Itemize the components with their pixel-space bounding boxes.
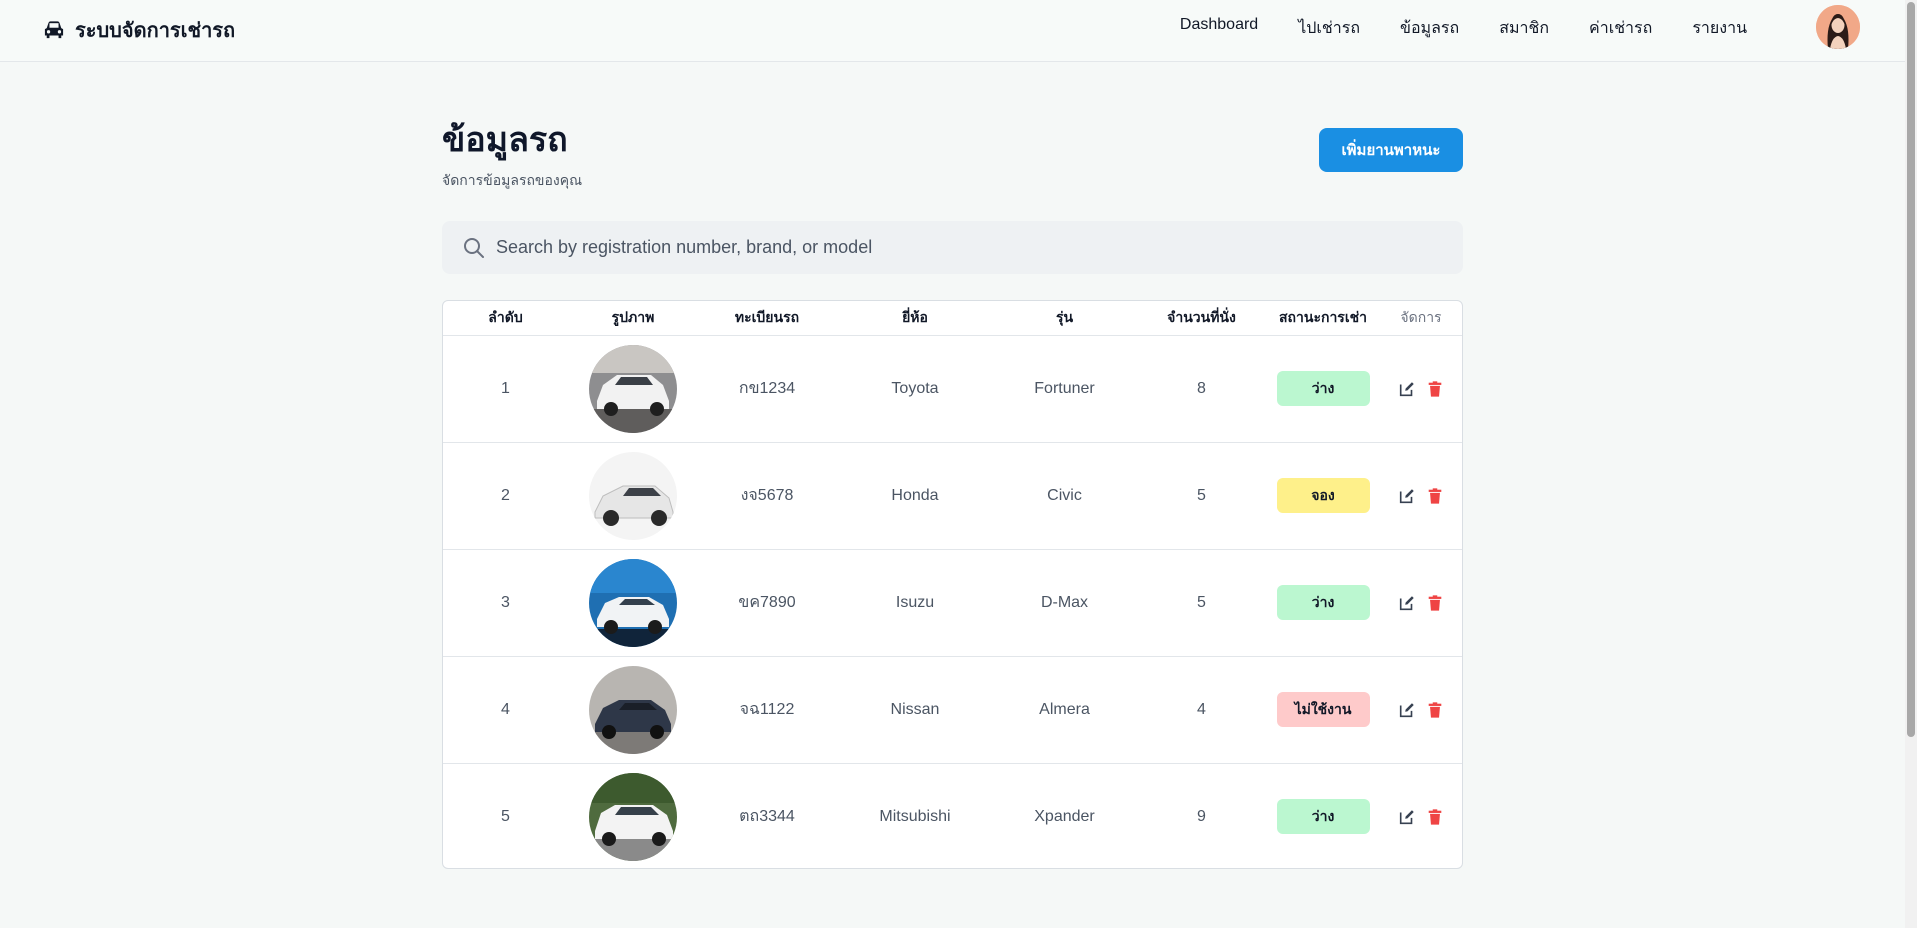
page-title: ข้อมูลรถ (442, 121, 568, 159)
brand[interactable]: ระบบจัดการเช่ารถ (43, 14, 235, 46)
brand-cell: Mitsubishi (879, 807, 951, 825)
nav-links: Dashboard ไปเช่ารถ ข้อมูลรถ สมาชิก ค่าเช… (1180, 16, 1747, 41)
table-row: 4 จฉ1122 Nissan Almera 4 ไม่ใช้งาน (443, 656, 1462, 763)
table-row: 2 งจ5678 Honda Civic 5 จอง (443, 442, 1462, 549)
col-header-no: ลำดับ (488, 308, 523, 325)
status-badge: ว่าง (1276, 799, 1370, 835)
plate-cell: จฉ1122 (739, 701, 795, 718)
car-photo (589, 772, 677, 861)
model-cell: Fortuner (1034, 379, 1095, 397)
add-vehicle-button[interactable]: เพิ่มยานพาหนะ (1319, 128, 1463, 172)
edit-icon[interactable] (1398, 701, 1416, 719)
nav-dashboard[interactable]: Dashboard (1180, 16, 1258, 41)
model-cell: Almera (1039, 700, 1090, 718)
row-number: 1 (501, 379, 510, 397)
row-number: 5 (501, 807, 510, 825)
car-photo (589, 451, 677, 540)
plate-cell: ตถ3344 (739, 808, 795, 826)
seats-cell: 8 (1197, 379, 1206, 397)
plate-cell: กข1234 (738, 380, 796, 397)
car-photo (589, 665, 677, 754)
actions-cell (1378, 442, 1462, 549)
nav-reports[interactable]: รายงาน (1692, 16, 1747, 41)
status-cell: ว่าง (1268, 549, 1378, 656)
nav-car-info[interactable]: ข้อมูลรถ (1400, 16, 1459, 41)
status-cell: ไม่ใช้งาน (1268, 656, 1378, 763)
car-photo-cell (568, 763, 698, 868)
trash-icon[interactable] (1426, 701, 1444, 719)
seats-cell: 4 (1197, 700, 1206, 718)
col-header-photo: รูปภาพ (611, 308, 655, 325)
nav-members[interactable]: สมาชิก (1499, 16, 1549, 41)
table-header-row: ลำดับ รูปภาพ ทะเบียนรถ ยี่ห้อ รุ่น จำนวน… (443, 301, 1462, 335)
table-row: 3 ขค7890 Isuzu D-Max 5 ว่าง (443, 549, 1462, 656)
table-row: 1 กข1234 Toyota Fortuner 8 ว่าง (443, 335, 1462, 442)
actions-cell (1378, 335, 1462, 442)
status-cell: ว่าง (1268, 335, 1378, 442)
col-header-plate: ทะเบียนรถ (734, 308, 800, 325)
edit-icon[interactable] (1398, 380, 1416, 398)
trash-icon[interactable] (1426, 808, 1444, 826)
col-header-model: รุ่น (1055, 308, 1074, 325)
car-photo (589, 344, 677, 433)
col-header-brand: ยี่ห้อ (902, 308, 928, 325)
nav-rental-fee[interactable]: ค่าเช่ารถ (1589, 16, 1652, 41)
status-cell: จอง (1268, 442, 1378, 549)
trash-icon[interactable] (1426, 380, 1444, 398)
top-navbar: ระบบจัดการเช่ารถ Dashboard ไปเช่ารถ ข้อม… (0, 0, 1905, 62)
status-badge: ว่าง (1276, 371, 1370, 406)
col-header-manage: จัดการ (1400, 308, 1442, 325)
search-bar (442, 221, 1463, 274)
car-photo-cell (568, 549, 698, 656)
model-cell: Civic (1047, 486, 1082, 504)
seats-cell: 9 (1197, 807, 1206, 825)
brand-cell: Honda (891, 486, 939, 504)
model-cell: D-Max (1040, 593, 1089, 611)
trash-icon[interactable] (1426, 487, 1444, 505)
scrollbar-thumb[interactable] (1907, 2, 1915, 737)
row-number: 2 (501, 486, 510, 504)
edit-icon[interactable] (1398, 487, 1416, 505)
row-number: 3 (501, 593, 510, 611)
vehicle-table: ลำดับ รูปภาพ ทะเบียนรถ ยี่ห้อ รุ่น จำนวน… (443, 301, 1462, 868)
status-badge: ไม่ใช้งาน (1276, 692, 1370, 727)
plate-cell: ขค7890 (738, 594, 796, 611)
user-avatar[interactable] (1816, 5, 1860, 49)
status-badge: ว่าง (1276, 585, 1370, 620)
edit-icon[interactable] (1398, 808, 1416, 826)
brand-cell: Isuzu (895, 593, 935, 611)
model-cell: Xpander (1034, 807, 1095, 825)
brand-cell: Toyota (891, 379, 939, 397)
search-input[interactable] (496, 227, 1463, 268)
col-header-status: สถานะการเช่า (1279, 308, 1367, 325)
search-icon (464, 237, 484, 258)
car-icon (44, 21, 64, 39)
plate-cell: งจ5678 (740, 487, 794, 504)
brand-title: ระบบจัดการเช่ารถ (75, 20, 236, 42)
edit-icon[interactable] (1398, 594, 1416, 612)
actions-cell (1378, 656, 1462, 763)
row-number: 4 (501, 700, 510, 718)
status-cell: ว่าง (1268, 763, 1378, 868)
seats-cell: 5 (1197, 486, 1206, 504)
actions-cell (1378, 763, 1462, 868)
car-photo (589, 558, 677, 647)
car-photo-cell (568, 442, 698, 549)
status-badge: จอง (1276, 478, 1370, 513)
nav-rent-car[interactable]: ไปเช่ารถ (1298, 16, 1360, 41)
table-row: 5 ตถ3344 Mitsubishi Xpander 9 ว่าง (443, 763, 1462, 868)
vehicle-table-card: ลำดับ รูปภาพ ทะเบียนรถ ยี่ห้อ รุ่น จำนวน… (442, 300, 1463, 869)
car-photo-cell (568, 335, 698, 442)
actions-cell (1378, 549, 1462, 656)
page-subtitle: จัดการข้อมูลรถของคุณ (442, 172, 583, 188)
brand-cell: Nissan (890, 700, 940, 718)
col-header-seats: จำนวนที่นั่ง (1167, 308, 1236, 325)
trash-icon[interactable] (1426, 594, 1444, 612)
seats-cell: 5 (1197, 593, 1206, 611)
car-photo-cell (568, 656, 698, 763)
